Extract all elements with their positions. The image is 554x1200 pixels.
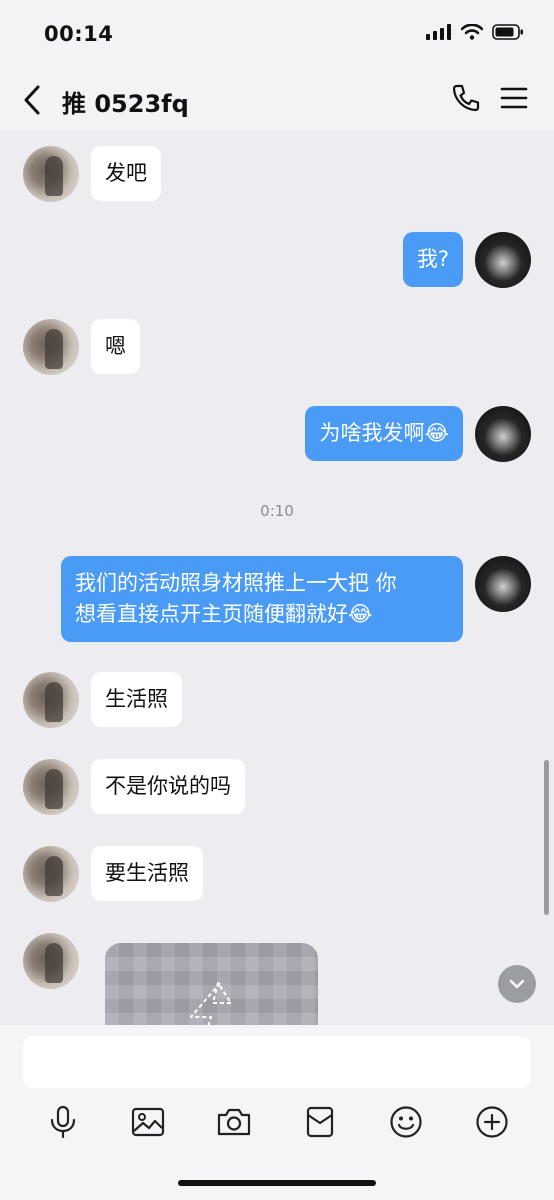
incoming-message[interactable]: 要生活照: [91, 846, 203, 901]
back-button[interactable]: [18, 82, 48, 118]
microphone-icon: [50, 1105, 76, 1139]
outgoing-message[interactable]: 我们的活动照身材照推上一大把 你 想看直接点开主页随便翻就好😂: [61, 556, 463, 642]
scroll-to-bottom-button[interactable]: [498, 965, 536, 1003]
menu-button[interactable]: [500, 84, 528, 112]
image-message[interactable]: [105, 943, 318, 1025]
emoji-icon: [390, 1106, 422, 1138]
scroll-indicator[interactable]: [544, 760, 549, 915]
chat-area[interactable]: 发吧 我? 嗯 为啥我发啊😂 0:10 我们的活动照身材照推上一大把 你 想看直…: [0, 130, 554, 1025]
nav-bar: 推 0523fq: [0, 70, 554, 130]
incoming-message[interactable]: 发吧: [91, 146, 161, 201]
incoming-message[interactable]: 嗯: [91, 319, 140, 374]
input-area: [0, 1025, 554, 1200]
photo-button[interactable]: [129, 1103, 167, 1141]
chevron-down-icon: [509, 979, 525, 989]
call-button[interactable]: [450, 82, 482, 114]
contact-avatar[interactable]: [23, 933, 79, 989]
hamburger-menu-icon: [500, 87, 528, 109]
more-button[interactable]: [473, 1103, 511, 1141]
outgoing-message[interactable]: 我?: [402, 232, 463, 287]
message-timestamp: 0:10: [260, 502, 294, 520]
incoming-message[interactable]: 生活照: [91, 672, 182, 727]
red-packet-button[interactable]: [301, 1103, 339, 1141]
status-bar: 00:14: [0, 0, 554, 70]
wifi-icon: [461, 24, 483, 40]
incoming-message[interactable]: 不是你说的吗: [91, 759, 245, 814]
camera-icon: [217, 1108, 251, 1136]
phone-icon: [452, 84, 480, 112]
red-packet-icon: [306, 1106, 334, 1138]
chevron-left-icon: [24, 85, 40, 115]
plus-icon: [476, 1106, 508, 1138]
my-avatar[interactable]: [475, 406, 531, 462]
contact-avatar[interactable]: [23, 146, 79, 202]
home-indicator[interactable]: [178, 1180, 376, 1186]
image-icon: [131, 1107, 165, 1137]
contact-avatar[interactable]: [23, 759, 79, 815]
my-avatar[interactable]: [475, 556, 531, 612]
chat-title: 推 0523fq: [62, 90, 189, 118]
image-loading-icon: [190, 982, 232, 1025]
status-time: 00:14: [44, 22, 114, 46]
emoji-button[interactable]: [387, 1103, 425, 1141]
outgoing-message[interactable]: 为啥我发啊😂: [305, 406, 463, 461]
message-input[interactable]: [23, 1036, 531, 1088]
battery-icon: [492, 24, 523, 40]
contact-avatar[interactable]: [23, 319, 79, 375]
cellular-signal-icon: [426, 24, 451, 40]
voice-button[interactable]: [44, 1103, 82, 1141]
input-toolbar: [0, 1103, 554, 1143]
my-avatar[interactable]: [475, 232, 531, 288]
camera-button[interactable]: [215, 1103, 253, 1141]
contact-avatar[interactable]: [23, 672, 79, 728]
contact-avatar[interactable]: [23, 846, 79, 902]
status-icons: [426, 24, 524, 40]
